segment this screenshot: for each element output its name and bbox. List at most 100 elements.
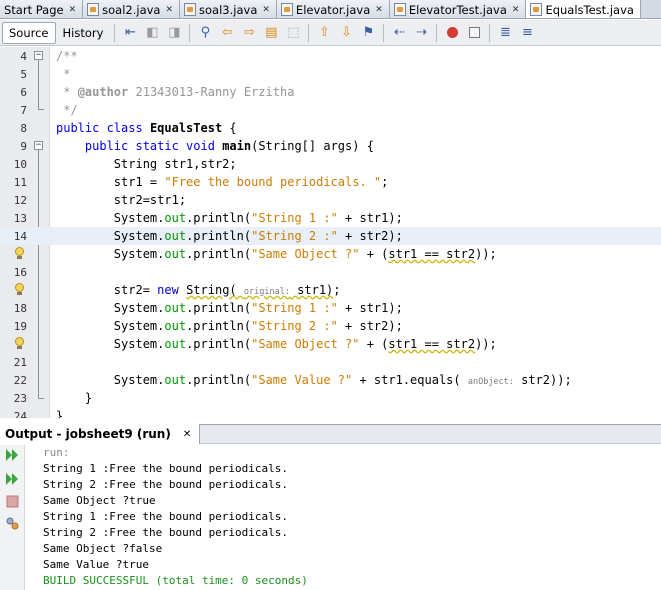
code-text: public class EqualsTest { <box>56 121 237 135</box>
code-line: 16 <box>0 263 661 281</box>
output-tab-label: Output - jobsheet9 (run) <box>5 427 171 441</box>
code-text: public static void main(String[] args) { <box>84 139 374 153</box>
code-text: */ <box>56 103 78 117</box>
find-next-icon[interactable]: ⇨ <box>239 23 259 43</box>
toolbar-separator <box>489 23 491 42</box>
lightbulb-hint-icon[interactable] <box>14 283 26 296</box>
output-side-toolbar <box>0 445 25 590</box>
string-literal: "Same Value ?" <box>251 373 353 387</box>
java-file-icon <box>184 3 197 16</box>
code-line: 5 * <box>0 65 661 83</box>
output-console[interactable]: run: String 1 :Free the bound periodical… <box>0 445 661 590</box>
code-line: 22 System.out.println("Same Value ?" + s… <box>0 371 661 389</box>
find-previous-icon[interactable]: ⇦ <box>217 23 237 43</box>
start-macro-icon[interactable] <box>442 23 462 43</box>
line-number: 19 <box>13 319 27 333</box>
code-line: 24 } <box>0 407 661 418</box>
code-text: System.out.println("Same Value ?" + str1… <box>56 373 572 387</box>
tab-label: Elevator.java <box>295 2 371 17</box>
tab-label: EqualsTest.java <box>545 2 634 17</box>
fold-toggle-icon[interactable]: − <box>34 141 43 150</box>
rect-select-icon[interactable]: ⬚ <box>283 23 303 43</box>
code-text: * @author 21343013-Ranny Erzitha <box>56 85 295 99</box>
code-text: } <box>56 409 64 418</box>
rerun-icon[interactable] <box>4 446 21 463</box>
tab-soal3[interactable]: soal3.java ✕ <box>180 0 277 18</box>
back-icon[interactable]: ◧ <box>142 23 162 43</box>
close-icon[interactable]: ✕ <box>183 429 191 440</box>
stop-icon <box>468 27 480 38</box>
last-edit-icon[interactable]: ⇤ <box>120 23 140 43</box>
line-number: 6 <box>20 85 27 99</box>
line-number: 13 <box>13 211 27 225</box>
close-icon[interactable]: ✕ <box>69 5 77 15</box>
find-icon[interactable]: ⚲ <box>195 23 215 43</box>
rerun-with-params-icon[interactable] <box>4 470 21 487</box>
code-editor[interactable]: 4 − /** 5 * 6 * @author 21343013-Ranny E… <box>0 47 661 418</box>
close-icon[interactable]: ✕ <box>165 5 173 15</box>
fold-toggle-icon[interactable]: − <box>34 51 43 60</box>
code-text: String str1,str2; <box>56 157 237 171</box>
build-status-line: BUILD SUCCESSFUL (total time: 0 seconds) <box>43 574 308 587</box>
line-number: 5 <box>20 67 27 81</box>
parameter-hint: original: <box>243 287 290 297</box>
current-code-line: 14 System.out.println("String 2 :" + str… <box>0 227 661 245</box>
settings-icon[interactable] <box>4 515 21 532</box>
console-line: String 1 :Free the bound periodicals. <box>43 462 289 475</box>
close-icon[interactable]: ✕ <box>512 5 520 15</box>
history-button[interactable]: History <box>56 22 111 44</box>
tab-label: ElevatorTest.java <box>408 2 507 17</box>
toggle-highlight-icon[interactable]: ▤ <box>261 23 281 43</box>
code-text: str2= new String( original: str1); <box>56 283 341 297</box>
source-button[interactable]: Source <box>2 21 56 44</box>
next-bookmark-icon[interactable]: ⇩ <box>336 23 356 43</box>
code-line: 11 str1 = "Free the bound periodicals. "… <box>0 173 661 191</box>
comment-icon[interactable]: ≣ <box>495 23 515 43</box>
code-line: 8 public class EqualsTest { <box>0 119 661 137</box>
string-literal: "String 1 :" <box>251 301 338 315</box>
console-line: String 2 :Free the bound periodicals. <box>43 526 289 539</box>
code-text: System.out.println("String 2 :" + str2); <box>56 319 403 333</box>
close-icon[interactable]: ✕ <box>375 5 383 15</box>
toggle-bookmark-icon[interactable]: ⚑ <box>358 23 378 43</box>
tab-label: soal2.java <box>102 2 161 17</box>
toolbar-separator <box>189 23 191 42</box>
line-number: 22 <box>13 373 27 387</box>
line-number: 4 <box>20 49 27 63</box>
code-text: str2=str1; <box>56 193 187 207</box>
code-line: 23 } <box>0 389 661 407</box>
java-file-icon <box>530 3 543 16</box>
line-number: 11 <box>13 175 27 189</box>
lightbulb-hint-icon[interactable] <box>14 247 26 260</box>
editor-toolbar: Source History ⇤ ◧ ◨ ⚲ ⇦ ⇨ ▤ ⬚ ⇧ ⇩ ⚑ ⇠ ⇢… <box>0 20 661 46</box>
console-line: String 1 :Free the bound periodicals. <box>43 510 289 523</box>
tab-elevator[interactable]: Elevator.java ✕ <box>276 0 390 18</box>
output-window-header: Output - jobsheet9 (run) ✕ <box>0 424 661 444</box>
code-line: 9 − public static void main(String[] arg… <box>0 137 661 155</box>
stop-macro-icon[interactable] <box>464 23 484 43</box>
forward-icon[interactable]: ◨ <box>164 23 184 43</box>
tab-elevator-test[interactable]: ElevatorTest.java ✕ <box>389 0 527 18</box>
previous-bookmark-icon[interactable]: ⇧ <box>314 23 334 43</box>
code-line: 12 str2=str1; <box>0 191 661 209</box>
code-text: /** <box>56 49 78 63</box>
console-line: Same Value ?true <box>43 558 149 571</box>
code-text: System.out.println("String 2 :" + str2); <box>56 229 403 243</box>
console-line: Same Object ?false <box>43 542 163 555</box>
lightbulb-hint-icon[interactable] <box>14 337 26 350</box>
code-line: str2= new String( original: str1); <box>0 281 661 299</box>
string-literal: "String 1 :" <box>251 211 338 225</box>
line-number: 7 <box>20 103 27 117</box>
toolbar-separator <box>308 23 310 42</box>
stop-icon[interactable] <box>4 493 21 510</box>
tab-equals-test[interactable]: EqualsTest.java <box>526 0 641 18</box>
tab-start-page[interactable]: Start Page ✕ <box>0 0 84 18</box>
tab-output[interactable]: Output - jobsheet9 (run) ✕ <box>0 424 201 444</box>
shift-left-icon[interactable]: ⇠ <box>389 23 409 43</box>
console-line: Same Object ?true <box>43 494 156 507</box>
uncomment-icon[interactable]: ≡ <box>517 23 537 43</box>
shift-right-icon[interactable]: ⇢ <box>411 23 431 43</box>
tab-soal2[interactable]: soal2.java ✕ <box>83 0 181 18</box>
close-icon[interactable]: ✕ <box>262 5 270 15</box>
java-file-icon <box>393 3 406 16</box>
